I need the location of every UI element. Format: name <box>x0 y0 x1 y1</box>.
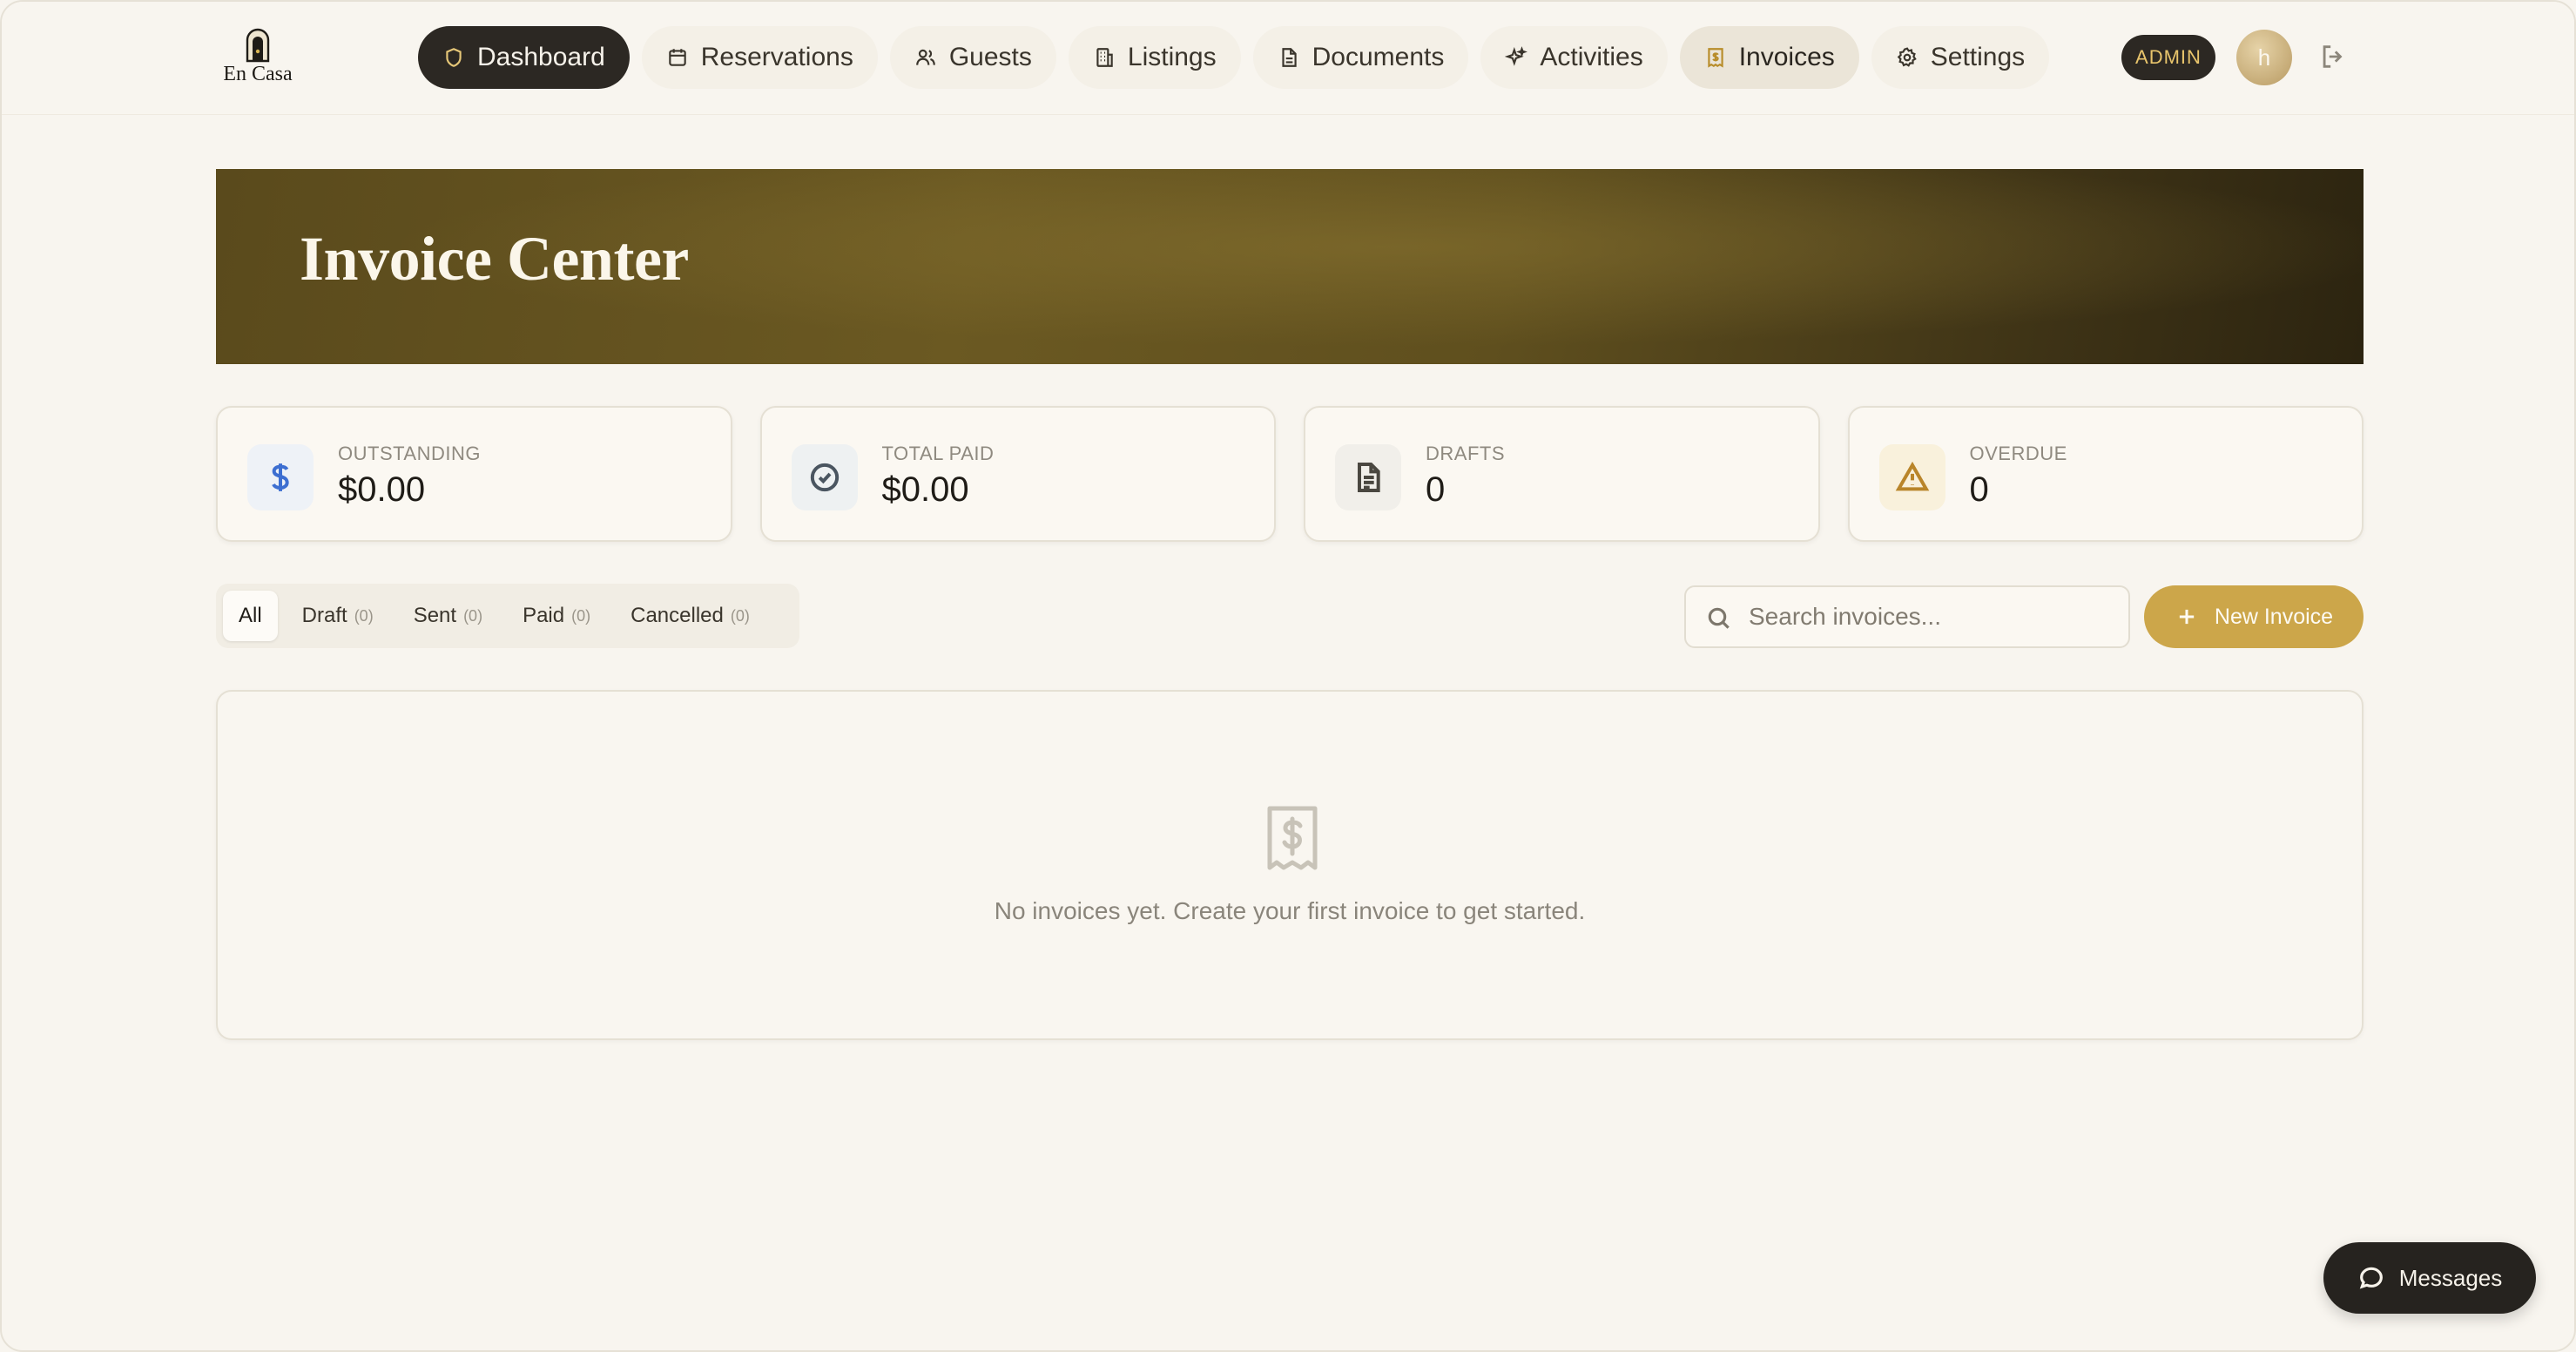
new-invoice-button[interactable]: New Invoice <box>2144 585 2364 648</box>
stat-card-outstanding: OUTSTANDING $0.00 <box>216 406 732 542</box>
stat-value: $0.00 <box>338 470 426 509</box>
calendar-icon <box>669 49 686 66</box>
nav-settings[interactable]: Settings <box>1871 26 2050 89</box>
messages-label: Messages <box>2398 1264 2503 1291</box>
filter-count: (0) <box>730 606 750 625</box>
logo-text: En Casa <box>223 63 293 85</box>
nav-reservations-label: Reservations <box>700 43 853 71</box>
nav-invoices[interactable]: Invoices <box>1679 26 1859 89</box>
empty-receipt-icon-wrap <box>1264 805 1320 871</box>
filter-sent[interactable]: Sent (0) <box>398 591 498 641</box>
stat-label: TOTAL PAID <box>881 443 995 464</box>
gear-icon <box>1897 47 1917 67</box>
filter-label: Sent <box>413 604 457 627</box>
search-box <box>1684 585 2130 648</box>
stat-card-total-paid: TOTAL PAID $0.00 <box>759 406 1276 542</box>
stat-icon-wrap <box>1878 444 1945 510</box>
nav-invoices-label: Invoices <box>1738 43 1835 71</box>
filter-label: All <box>239 604 262 627</box>
status-filter-tabs: All Draft (0) Sent (0) Paid (0) Cancelle… <box>216 584 799 648</box>
nav-reservations[interactable]: Reservations <box>641 26 878 89</box>
nav-activities[interactable]: Activities <box>1480 26 1668 89</box>
empty-state-message: No invoices yet. Create your first invoi… <box>994 897 1586 924</box>
nav-documents-label: Documents <box>1312 43 1445 71</box>
filter-count: (0) <box>571 606 591 625</box>
stat-card-overdue: OVERDUE 0 <box>1847 406 2364 542</box>
stat-icon-wrap <box>247 444 314 510</box>
filter-count: (0) <box>463 606 483 625</box>
stat-label: OUTSTANDING <box>338 443 481 464</box>
nav-listings[interactable]: Listings <box>1068 26 1241 89</box>
nav-dashboard[interactable]: Dashboard <box>418 26 630 89</box>
logo-arch-icon <box>246 28 270 63</box>
avatar[interactable]: h <box>2236 30 2292 85</box>
hero-banner: Invoice Center <box>216 169 2364 364</box>
plus-icon <box>2179 609 2195 625</box>
admin-badge: ADMIN <box>2121 35 2215 80</box>
stat-card-drafts: DRAFTS 0 <box>1304 406 1820 542</box>
main-nav: Dashboard Reservations Guests Listings D… <box>418 26 2050 89</box>
warning-icon <box>1895 461 1929 491</box>
document-icon <box>1282 48 1297 67</box>
nav-activities-label: Activities <box>1540 43 1643 71</box>
chat-bubble-icon <box>2359 1267 2383 1289</box>
file-text-icon <box>1358 463 1380 492</box>
page-title: Invoice Center <box>300 224 689 294</box>
nav-documents[interactable]: Documents <box>1252 26 1469 89</box>
logo[interactable]: En Casa <box>216 24 300 92</box>
logout-icon <box>2323 45 2343 68</box>
top-navigation-bar: En Casa Dashboard Reservations Guests Li… <box>2 2 2574 115</box>
shield-icon <box>446 48 462 67</box>
receipt-icon <box>1267 806 1318 870</box>
nav-guests[interactable]: Guests <box>889 26 1056 89</box>
filter-label: Paid <box>523 604 565 627</box>
check-circle-icon <box>810 463 839 492</box>
filter-count: (0) <box>354 606 374 625</box>
messages-button[interactable]: Messages <box>2323 1242 2536 1314</box>
stat-value: $0.00 <box>881 470 969 509</box>
filter-all[interactable]: All <box>223 591 278 641</box>
search-input[interactable] <box>1749 603 2114 631</box>
stat-value: 0 <box>1969 470 1989 509</box>
building-icon <box>1096 48 1113 67</box>
nav-guests-label: Guests <box>948 43 1032 71</box>
filter-draft[interactable]: Draft (0) <box>287 591 389 641</box>
app-window: En Casa Dashboard Reservations Guests Li… <box>0 0 2576 1352</box>
filter-label: Cancelled <box>631 604 724 627</box>
nav-settings-label: Settings <box>1930 43 2026 71</box>
logout-button[interactable] <box>2318 42 2348 71</box>
invoice-list-empty-state: No invoices yet. Create your first invoi… <box>216 690 2364 1040</box>
nav-dashboard-label: Dashboard <box>477 43 605 71</box>
stat-label: DRAFTS <box>1426 443 1505 464</box>
nav-listings-label: Listings <box>1127 43 1217 71</box>
sparkles-icon <box>1505 46 1528 66</box>
search-icon <box>1708 607 1730 629</box>
new-invoice-label: New Invoice <box>2214 604 2334 629</box>
filter-cancelled[interactable]: Cancelled (0) <box>615 591 765 641</box>
dollar-icon <box>272 463 289 491</box>
stat-label: OVERDUE <box>1969 443 2067 464</box>
stat-value: 0 <box>1426 470 1446 509</box>
stat-icon-wrap <box>1335 444 1401 510</box>
receipt-icon <box>1708 48 1723 68</box>
stat-icon-wrap <box>791 444 858 510</box>
filter-paid[interactable]: Paid (0) <box>507 591 606 641</box>
stats-row: OUTSTANDING $0.00 TOTAL PAID $0.00 DRAFT… <box>216 406 2364 542</box>
users-icon <box>916 49 935 65</box>
filter-label: Draft <box>301 604 347 627</box>
